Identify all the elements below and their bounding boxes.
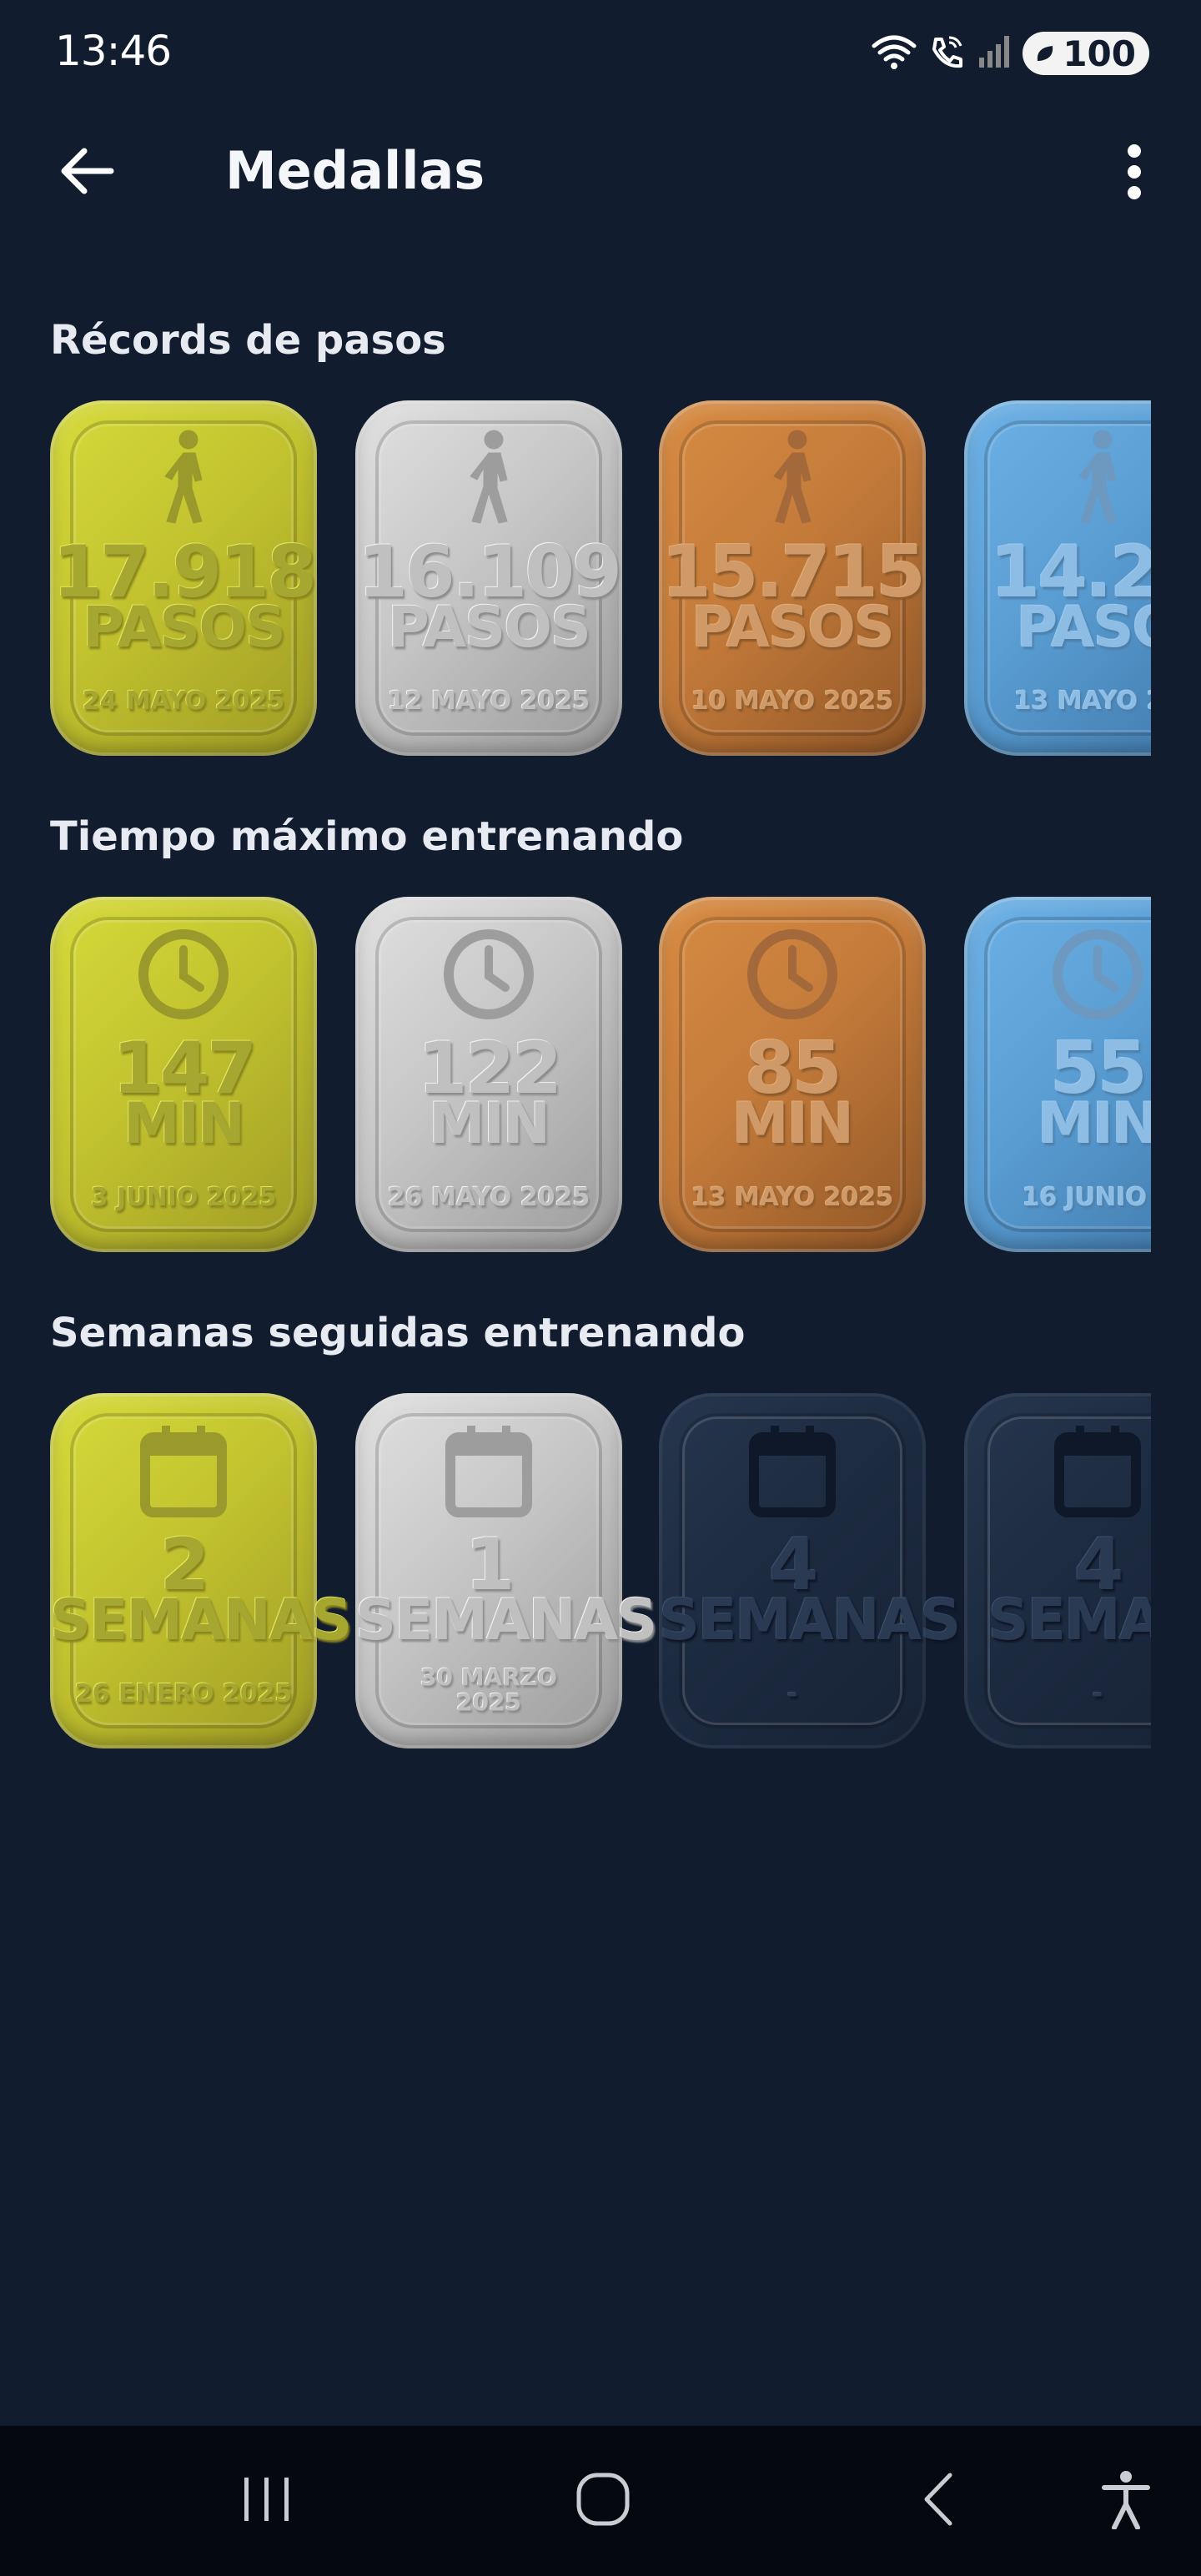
calendar-icon (133, 1421, 234, 1524)
home-button[interactable] (557, 2459, 649, 2543)
system-navigation-bar (0, 2426, 1201, 2576)
medal-unit: SEMAN (987, 1587, 1151, 1653)
clock-icon (742, 924, 842, 1028)
section-step-records: Récords de pasos 17.918 PASOS 24 MAYO 20… (0, 317, 1201, 784)
medal-unit: PASOS (388, 595, 591, 661)
calendar-icon (439, 1421, 539, 1524)
system-back-button[interactable] (892, 2459, 984, 2543)
battery-indicator: 100 (1023, 32, 1149, 75)
medal-card[interactable]: 15.715 PASOS 10 MAYO 2025 (659, 400, 926, 756)
page-title: Medallas (225, 140, 485, 201)
medal-date: 24 MAYO 2025 (82, 687, 285, 716)
walking-person-icon (759, 428, 826, 531)
recent-apps-button[interactable] (221, 2459, 313, 2543)
medal-row[interactable]: 147 MIN 3 JUNIO 2025 122 MIN 26 MAYO 202… (50, 897, 1151, 1255)
medal-unit: MIN (732, 1091, 854, 1157)
section-title: Récords de pasos (50, 317, 446, 364)
more-options-button[interactable] (1109, 140, 1159, 207)
clock-icon (133, 924, 234, 1028)
battery-icon (1033, 33, 1058, 74)
medal-card[interactable]: 122 MIN 26 MAYO 2025 (355, 897, 622, 1252)
back-button[interactable] (50, 143, 125, 202)
medal-card[interactable]: 14.22 PASO 13 MAYO 20 (964, 400, 1151, 756)
recent-apps-icon (238, 2474, 296, 2528)
calendar-icon (1048, 1421, 1148, 1524)
medal-unit: MIN (429, 1091, 550, 1157)
medal-card[interactable]: 1 SEMANAS 30 MARZO 2025 (355, 1393, 657, 1748)
app-bar: Medallas (0, 125, 1201, 217)
medal-date-line: 30 MARZO (420, 1663, 557, 1691)
section-consecutive-weeks: Semanas seguidas entrenando 2 SEMANAS 26… (0, 1310, 1201, 1777)
medal-card-locked[interactable]: 4 SEMANAS - (659, 1393, 961, 1748)
medal-date: - (1092, 1679, 1103, 1708)
back-arrow-icon (61, 148, 114, 198)
medal-date: 26 ENERO 2025 (74, 1679, 293, 1708)
status-icons: 100 (871, 30, 1149, 77)
more-vertical-icon (1126, 143, 1143, 204)
accessibility-icon (1101, 2469, 1151, 2533)
accessibility-button[interactable] (1080, 2459, 1172, 2543)
battery-level: 100 (1063, 33, 1136, 74)
medal-date-line: 2025 (456, 1688, 521, 1716)
status-bar: 13:46 100 (0, 0, 1201, 100)
wifi-icon (871, 33, 917, 74)
section-title: Tiempo máximo entrenando (50, 813, 684, 860)
medal-date: 13 MAYO 2025 (691, 1183, 894, 1212)
medal-unit: PASOS (83, 595, 286, 661)
wifi-calling-icon (927, 33, 966, 74)
medal-card[interactable]: 2 SEMANAS 26 ENERO 2025 (50, 1393, 352, 1748)
home-icon (574, 2470, 632, 2532)
medal-date: 30 MARZO 2025 (355, 1665, 622, 1715)
medal-unit: SEMANAS (659, 1587, 961, 1653)
medal-date: 26 MAYO 2025 (387, 1183, 590, 1212)
medal-unit: PASOS (691, 595, 895, 661)
medal-date: 3 JUNIO 2025 (90, 1183, 277, 1212)
medal-date: - (786, 1679, 798, 1708)
walking-person-icon (150, 428, 217, 531)
medal-date: 16 JUNIO 2 (1022, 1183, 1151, 1212)
walking-person-icon (455, 428, 522, 531)
medal-unit: PASO (1016, 595, 1151, 661)
medal-card[interactable]: 147 MIN 3 JUNIO 2025 (50, 897, 317, 1252)
medal-unit: SEMANAS (355, 1587, 657, 1653)
medal-card[interactable]: 85 MIN 13 MAYO 2025 (659, 897, 926, 1252)
medal-unit: SEMANAS (50, 1587, 352, 1653)
medal-date: 12 MAYO 2025 (387, 687, 590, 716)
signal-icon (976, 33, 1013, 74)
medal-card[interactable]: 17.918 PASOS 24 MAYO 2025 (50, 400, 317, 756)
clock-icon (439, 924, 539, 1028)
medal-card[interactable]: 55 MIN 16 JUNIO 2 (964, 897, 1151, 1252)
medal-row[interactable]: 17.918 PASOS 24 MAYO 2025 16.109 PASOS 1… (50, 400, 1151, 759)
medal-card-locked[interactable]: 4 SEMAN - (964, 1393, 1151, 1748)
back-icon (913, 2470, 963, 2532)
section-title: Semanas seguidas entrenando (50, 1310, 746, 1356)
calendar-icon (742, 1421, 842, 1524)
medal-unit: MIN (1038, 1091, 1151, 1157)
medal-date: 10 MAYO 2025 (691, 687, 894, 716)
status-time: 13:46 (55, 27, 172, 75)
medal-unit: MIN (123, 1091, 245, 1157)
clock-icon (1048, 924, 1148, 1028)
walking-person-icon (1064, 428, 1131, 531)
medal-row[interactable]: 2 SEMANAS 26 ENERO 2025 1 SEMANAS 30 MAR… (50, 1393, 1151, 1752)
section-max-training-time: Tiempo máximo entrenando 147 MIN 3 JUNIO… (0, 813, 1201, 1280)
medal-date: 13 MAYO 20 (1013, 687, 1151, 716)
medal-card[interactable]: 16.109 PASOS 12 MAYO 2025 (355, 400, 622, 756)
